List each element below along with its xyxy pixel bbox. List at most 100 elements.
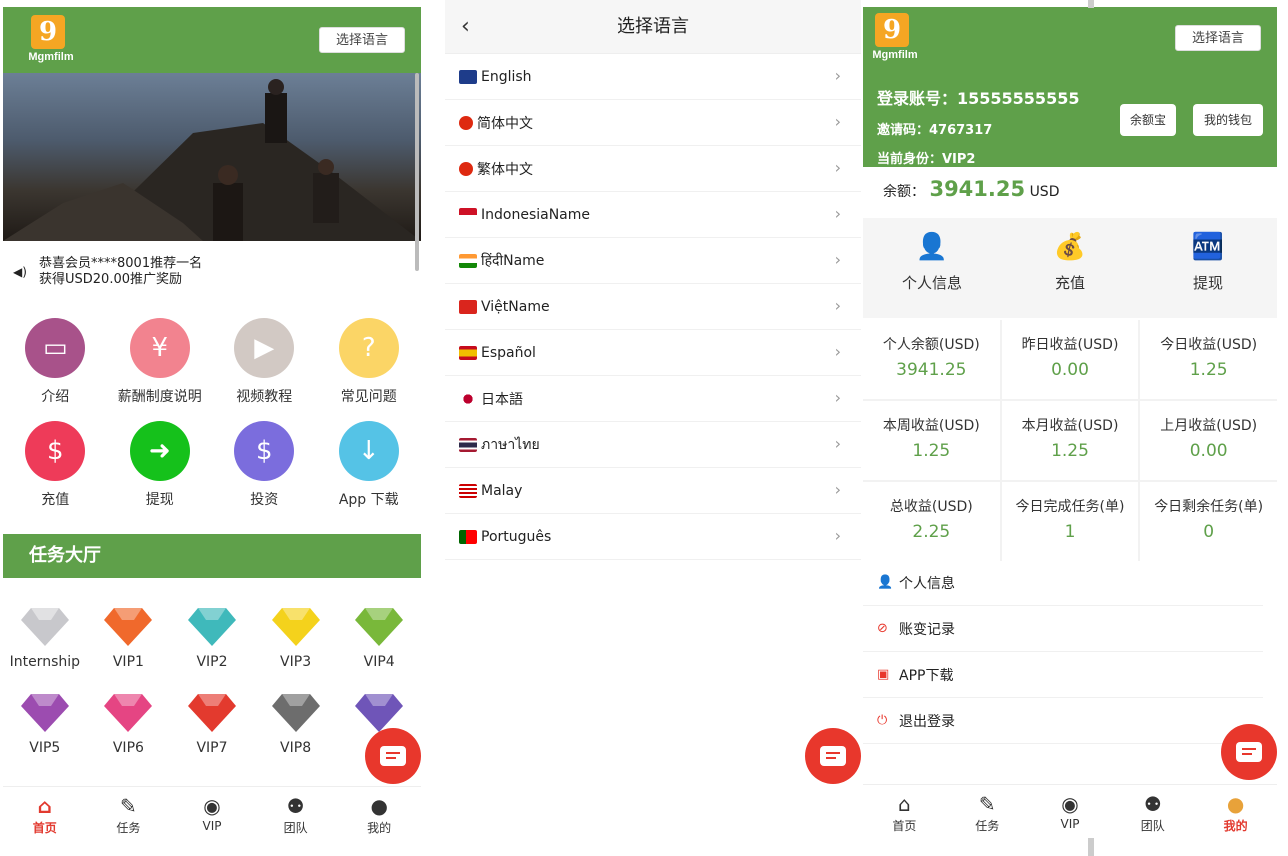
stat-label: 本月收益(USD) bbox=[1021, 418, 1119, 434]
home-icon: ⌂ bbox=[37, 794, 52, 818]
flag-id-icon bbox=[459, 207, 477, 222]
level-label: VIP6 bbox=[112, 740, 144, 756]
stat-cell: 总收益(USD) 2.25 bbox=[863, 482, 1000, 561]
profile-menu: 👤 个人信息 ⊘ 账变记录 ▣ APP下载 ⏻ 退出登录 bbox=[863, 560, 1263, 744]
language-option-thai[interactable]: ภาษาไทย › bbox=[445, 422, 861, 468]
nav-label: 首页 bbox=[32, 821, 57, 835]
chat-button[interactable] bbox=[805, 728, 861, 784]
banner-scrollbar[interactable] bbox=[415, 73, 419, 271]
my-wallet-button[interactable]: 我的钱包 bbox=[1193, 104, 1263, 136]
menu-label: 退出登录 bbox=[899, 713, 955, 730]
menu-logout[interactable]: ⏻ 退出登录 bbox=[863, 698, 1263, 744]
select-language-button[interactable]: 选择语言 bbox=[1175, 25, 1261, 51]
language-option-indonesia[interactable]: IndonesiaName › bbox=[445, 192, 861, 238]
bottom-nav: ⌂ 首页 ✎ 任务 ◉ VIP ⚉ 团队 ● 我的 bbox=[3, 786, 421, 842]
nav-team[interactable]: ⚉ 团队 bbox=[254, 787, 338, 842]
level-vip7[interactable]: VIP7 bbox=[170, 692, 254, 756]
feature-withdraw[interactable]: ➜ 提现 bbox=[108, 421, 213, 509]
flag-uk-icon bbox=[459, 69, 477, 84]
feature-app-download[interactable]: ↓ App 下载 bbox=[317, 421, 422, 509]
feature-label: 常见问题 bbox=[340, 389, 397, 405]
video-icon: ▶ bbox=[234, 318, 295, 378]
language-option-hindi[interactable]: हिंदीName › bbox=[445, 238, 861, 284]
flag-in-icon bbox=[459, 253, 477, 268]
stat-label: 今日完成任务(单) bbox=[1015, 499, 1125, 515]
level-vip2[interactable]: VIP2 bbox=[170, 606, 254, 670]
back-arrow-icon[interactable]: ‹ bbox=[461, 14, 470, 39]
select-language-button[interactable]: 选择语言 bbox=[319, 27, 405, 53]
flag-es-icon bbox=[459, 345, 477, 360]
feature-faq[interactable]: ? 常见问题 bbox=[317, 318, 422, 406]
account-info: 登录账号：15555555555 邀请码：4767317 当前身份：VIP2 bbox=[877, 85, 1079, 167]
nav-label: 我的 bbox=[367, 821, 392, 835]
level-vip1[interactable]: VIP1 bbox=[87, 606, 171, 670]
language-option-vietnam[interactable]: ViệtName › bbox=[445, 284, 861, 330]
brand-logo: 9 Mgmfilm bbox=[19, 15, 83, 67]
nav-vip[interactable]: ◉ VIP bbox=[1029, 785, 1112, 840]
nav-mine[interactable]: ● 我的 bbox=[337, 787, 421, 842]
language-option-zh-hans[interactable]: 简体中文 › bbox=[445, 100, 861, 146]
chat-button[interactable] bbox=[365, 728, 421, 784]
language-option-espanol[interactable]: Español › bbox=[445, 330, 861, 376]
nav-mine[interactable]: ● 我的 bbox=[1194, 785, 1277, 840]
stat-value: 3941.25 bbox=[896, 360, 967, 380]
nav-home[interactable]: ⌂ 首页 bbox=[863, 785, 946, 840]
stat-value: 2.25 bbox=[912, 522, 951, 542]
download-icon: ↓ bbox=[338, 421, 399, 481]
feature-invest[interactable]: $ 投资 bbox=[212, 421, 317, 509]
nav-task[interactable]: ✎ 任务 bbox=[946, 785, 1029, 840]
level-vip5[interactable]: VIP5 bbox=[3, 692, 87, 756]
task-icon: ✎ bbox=[120, 794, 137, 818]
stat-label: 昨日收益(USD) bbox=[1021, 337, 1119, 353]
menu-label: 账变记录 bbox=[899, 621, 955, 638]
bottom-nav: ⌂ 首页 ✎ 任务 ◉ VIP ⚉ 团队 ● 我的 bbox=[863, 784, 1277, 840]
level-internship[interactable]: Internship bbox=[3, 606, 87, 670]
language-label: Malay bbox=[481, 482, 523, 499]
level-vip8[interactable]: VIP8 bbox=[254, 692, 338, 756]
vip-icon: ◉ bbox=[203, 794, 221, 818]
nav-vip[interactable]: ◉ VIP bbox=[170, 787, 254, 842]
nav-team[interactable]: ⚉ 团队 bbox=[1111, 785, 1194, 840]
nav-task[interactable]: ✎ 任务 bbox=[87, 787, 171, 842]
feature-video[interactable]: ▶ 视频教程 bbox=[212, 318, 317, 406]
balance-value: 3941.25 bbox=[929, 177, 1026, 201]
flag-th-icon bbox=[459, 437, 477, 452]
quick-personal-info[interactable]: 👤 个人信息 bbox=[863, 218, 1001, 318]
menu-transaction-records[interactable]: ⊘ 账变记录 bbox=[863, 606, 1263, 652]
nav-home[interactable]: ⌂ 首页 bbox=[3, 787, 87, 842]
team-icon: ⚉ bbox=[1143, 792, 1162, 816]
language-option-japanese[interactable]: 日本語 › bbox=[445, 376, 861, 422]
menu-personal-info[interactable]: 👤 个人信息 bbox=[863, 560, 1263, 606]
language-list: English › 简体中文 › 繁体中文 › IndonesiaName › हिंद… bbox=[445, 54, 861, 560]
stat-cell: 今日收益(USD) 1.25 bbox=[1140, 320, 1277, 399]
menu-app-download[interactable]: ▣ APP下载 bbox=[863, 652, 1263, 698]
diamond-icon bbox=[187, 608, 236, 646]
hero-banner[interactable] bbox=[3, 73, 421, 241]
yuebao-button[interactable]: 余额宝 bbox=[1120, 104, 1176, 136]
language-option-zh-hant[interactable]: 繁体中文 › bbox=[445, 146, 861, 192]
language-label: Português bbox=[481, 528, 552, 545]
nav-label: 团队 bbox=[1140, 819, 1165, 833]
level-vip4[interactable]: VIP4 bbox=[337, 606, 421, 670]
level-vip6[interactable]: VIP6 bbox=[87, 692, 171, 756]
stat-cell: 今日完成任务(单) 1 bbox=[1001, 482, 1139, 561]
chat-button[interactable] bbox=[1221, 724, 1277, 780]
quick-withdraw[interactable]: 🏧 提现 bbox=[1139, 218, 1277, 318]
vip-icon: ◉ bbox=[1061, 792, 1079, 816]
language-option-malay[interactable]: Malay › bbox=[445, 468, 861, 514]
diamond-icon bbox=[187, 694, 236, 732]
language-option-portugues[interactable]: Português › bbox=[445, 514, 861, 560]
level-vip3[interactable]: VIP3 bbox=[254, 606, 338, 670]
nav-label: VIP bbox=[1060, 817, 1080, 831]
task-hall-title: 任务大厅 bbox=[3, 534, 421, 578]
stat-value: 0.00 bbox=[1051, 360, 1089, 380]
menu-label: 个人信息 bbox=[899, 575, 955, 592]
feature-recharge[interactable]: $ 充值 bbox=[3, 421, 108, 509]
language-option-english[interactable]: English › bbox=[445, 54, 861, 100]
flag-my-icon bbox=[459, 483, 477, 498]
feature-salary[interactable]: ¥ 薪酬制度说明 bbox=[108, 318, 213, 406]
level-label: VIP1 bbox=[112, 654, 144, 670]
feature-intro[interactable]: ▭ 介绍 bbox=[3, 318, 108, 406]
stat-cell: 昨日收益(USD) 0.00 bbox=[1001, 320, 1139, 399]
quick-recharge[interactable]: 💰 充值 bbox=[1001, 218, 1139, 318]
